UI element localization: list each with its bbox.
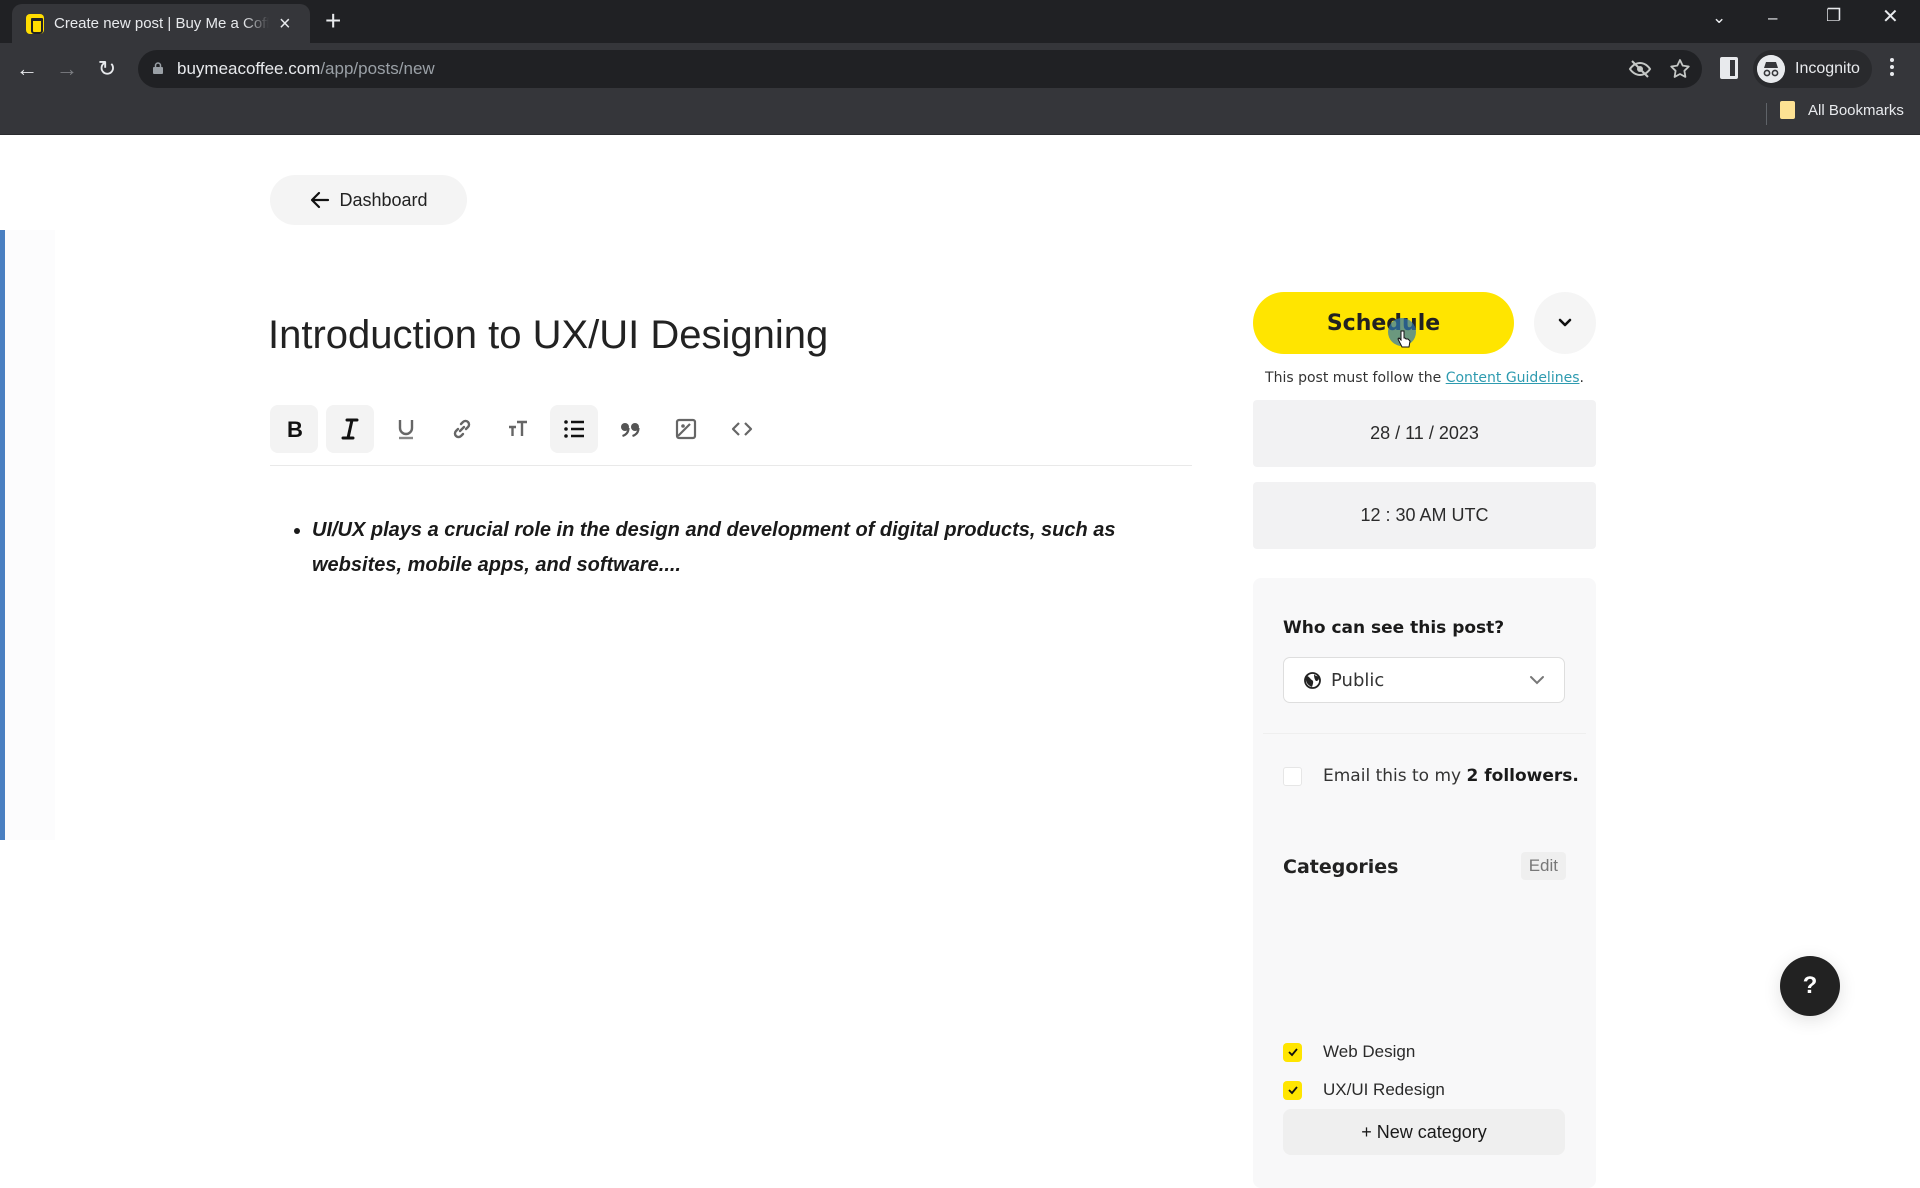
categories-heading: Categories <box>1283 856 1399 878</box>
help-button[interactable]: ? <box>1780 956 1840 1016</box>
post-editor-page: Dashboard Introduction to UX/UI Designin… <box>0 135 1920 1188</box>
tab-search-chevron-icon[interactable]: ⌄ <box>1712 8 1726 28</box>
link-button[interactable] <box>438 405 486 453</box>
bookmarks-bar: All Bookmarks <box>0 95 1920 135</box>
browser-toolbar: ← → ↻ buymeacoffee.com/app/posts/new Inc… <box>0 43 1920 95</box>
image-button[interactable] <box>662 405 710 453</box>
tab-title: Create new post | Buy Me a Coffee <box>54 15 269 32</box>
lock-icon <box>153 62 163 74</box>
publish-options-button[interactable] <box>1534 292 1596 354</box>
side-panel-icon[interactable] <box>1720 57 1738 79</box>
category-checkbox[interactable] <box>1283 1080 1302 1100</box>
buymeacoffee-favicon-icon <box>26 13 44 34</box>
eye-off-icon[interactable] <box>1628 57 1652 81</box>
visibility-heading: Who can see this post? <box>1283 618 1505 638</box>
italic-button[interactable] <box>326 405 374 453</box>
underline-button[interactable] <box>382 405 430 453</box>
schedule-time-field[interactable]: 12 : 30 AM UTC <box>1253 482 1596 549</box>
tab-close-icon[interactable]: × <box>279 14 291 34</box>
schedule-button[interactable]: Schedule <box>1253 292 1514 354</box>
image-icon <box>675 418 697 440</box>
category-item: Web Design <box>1283 1042 1415 1062</box>
editor-toolbar: B <box>270 405 774 453</box>
bookmark-star-icon[interactable] <box>1668 57 1692 81</box>
category-label: UX/UI Redesign <box>1323 1080 1445 1099</box>
quote-icon <box>621 423 640 438</box>
back-icon[interactable]: ← <box>13 55 41 83</box>
code-button[interactable] <box>718 405 766 453</box>
new-category-button[interactable]: + New category <box>1283 1109 1565 1155</box>
checkmark-icon <box>1287 1048 1298 1057</box>
new-tab-button[interactable]: + <box>325 6 341 36</box>
url-domain: buymeacoffee.com <box>177 59 321 78</box>
globe-icon <box>1304 671 1321 689</box>
bookmarks-separator <box>1766 103 1767 125</box>
incognito-icon <box>1757 55 1785 83</box>
url-text: buymeacoffee.com/app/posts/new <box>177 59 435 79</box>
content-guidelines-link[interactable]: Content Guidelines <box>1446 370 1580 386</box>
bullet-item: UI/UX plays a crucial role in the design… <box>312 513 1170 583</box>
bold-button[interactable]: B <box>270 405 318 453</box>
card-divider <box>1263 733 1586 734</box>
address-bar[interactable]: buymeacoffee.com/app/posts/new <box>138 50 1702 88</box>
link-icon <box>453 419 471 439</box>
bullet-list-button[interactable] <box>550 405 598 453</box>
underline-icon <box>398 420 414 440</box>
reload-icon[interactable]: ↻ <box>93 55 121 83</box>
incognito-label: Incognito <box>1795 60 1860 77</box>
text-size-button[interactable] <box>494 405 542 453</box>
text-size-icon <box>509 420 527 436</box>
left-edge-shade <box>5 230 55 840</box>
code-icon <box>731 422 753 436</box>
visibility-select[interactable]: Public <box>1283 657 1565 703</box>
dashboard-label: Dashboard <box>339 189 428 210</box>
checkmark-icon <box>1287 1086 1298 1095</box>
browser-tab[interactable]: Create new post | Buy Me a Coffee × <box>12 4 310 43</box>
category-label: Web Design <box>1323 1042 1416 1061</box>
italic-icon <box>341 418 359 440</box>
edit-categories-button[interactable]: Edit <box>1520 852 1566 880</box>
chevron-down-icon <box>1530 676 1544 685</box>
schedule-date-field[interactable]: 28 / 11 / 2023 <box>1253 400 1596 467</box>
bold-icon: B <box>287 417 303 442</box>
chevron-down-icon <box>1558 318 1572 327</box>
category-checkbox[interactable] <box>1283 1042 1302 1062</box>
guidelines-text: This post must follow the <box>1265 370 1446 386</box>
email-followers-label: Email this to my 2 followers. <box>1323 766 1579 786</box>
restore-icon[interactable]: ❐ <box>1826 6 1841 26</box>
editor-divider <box>270 465 1192 466</box>
email-followers-checkbox[interactable] <box>1283 766 1302 786</box>
post-settings-card: Who can see this post? Public Email this… <box>1253 578 1596 1188</box>
incognito-profile-button[interactable]: Incognito <box>1753 50 1872 88</box>
svg-text:B: B <box>287 417 303 442</box>
url-path: /app/posts/new <box>320 59 435 78</box>
guidelines-notice: This post must follow the Content Guidel… <box>1253 370 1596 386</box>
bullet-list: UI/UX plays a crucial role in the design… <box>290 513 1170 583</box>
all-bookmarks-button[interactable]: All Bookmarks <box>1780 101 1904 119</box>
back-to-dashboard-button[interactable]: Dashboard <box>270 175 467 225</box>
post-body-editor[interactable]: UI/UX plays a crucial role in the design… <box>290 513 1170 583</box>
minimize-icon[interactable]: – <box>1768 8 1777 28</box>
guidelines-period: . <box>1579 370 1584 386</box>
followers-count: 2 followers. <box>1466 766 1579 786</box>
quote-button[interactable] <box>606 405 654 453</box>
browser-menu-icon[interactable] <box>1889 55 1895 81</box>
all-bookmarks-label: All Bookmarks <box>1808 101 1904 119</box>
left-accent-bar <box>0 230 5 840</box>
post-title-input[interactable]: Introduction to UX/UI Designing <box>268 313 828 358</box>
email-text: Email this to my <box>1323 766 1467 786</box>
email-followers-option: Email this to my 2 followers. <box>1283 766 1579 786</box>
folder-icon <box>1780 101 1795 119</box>
bullet-list-icon <box>564 420 584 438</box>
category-item: UX/UI Redesign <box>1283 1080 1445 1100</box>
close-window-icon[interactable]: ✕ <box>1882 4 1899 29</box>
browser-tab-bar: Create new post | Buy Me a Coffee × + ⌄ … <box>0 0 1920 43</box>
hand-cursor-icon <box>1397 330 1411 348</box>
arrow-left-icon <box>311 191 330 209</box>
visibility-value: Public <box>1331 669 1385 691</box>
forward-icon[interactable]: → <box>53 55 81 83</box>
